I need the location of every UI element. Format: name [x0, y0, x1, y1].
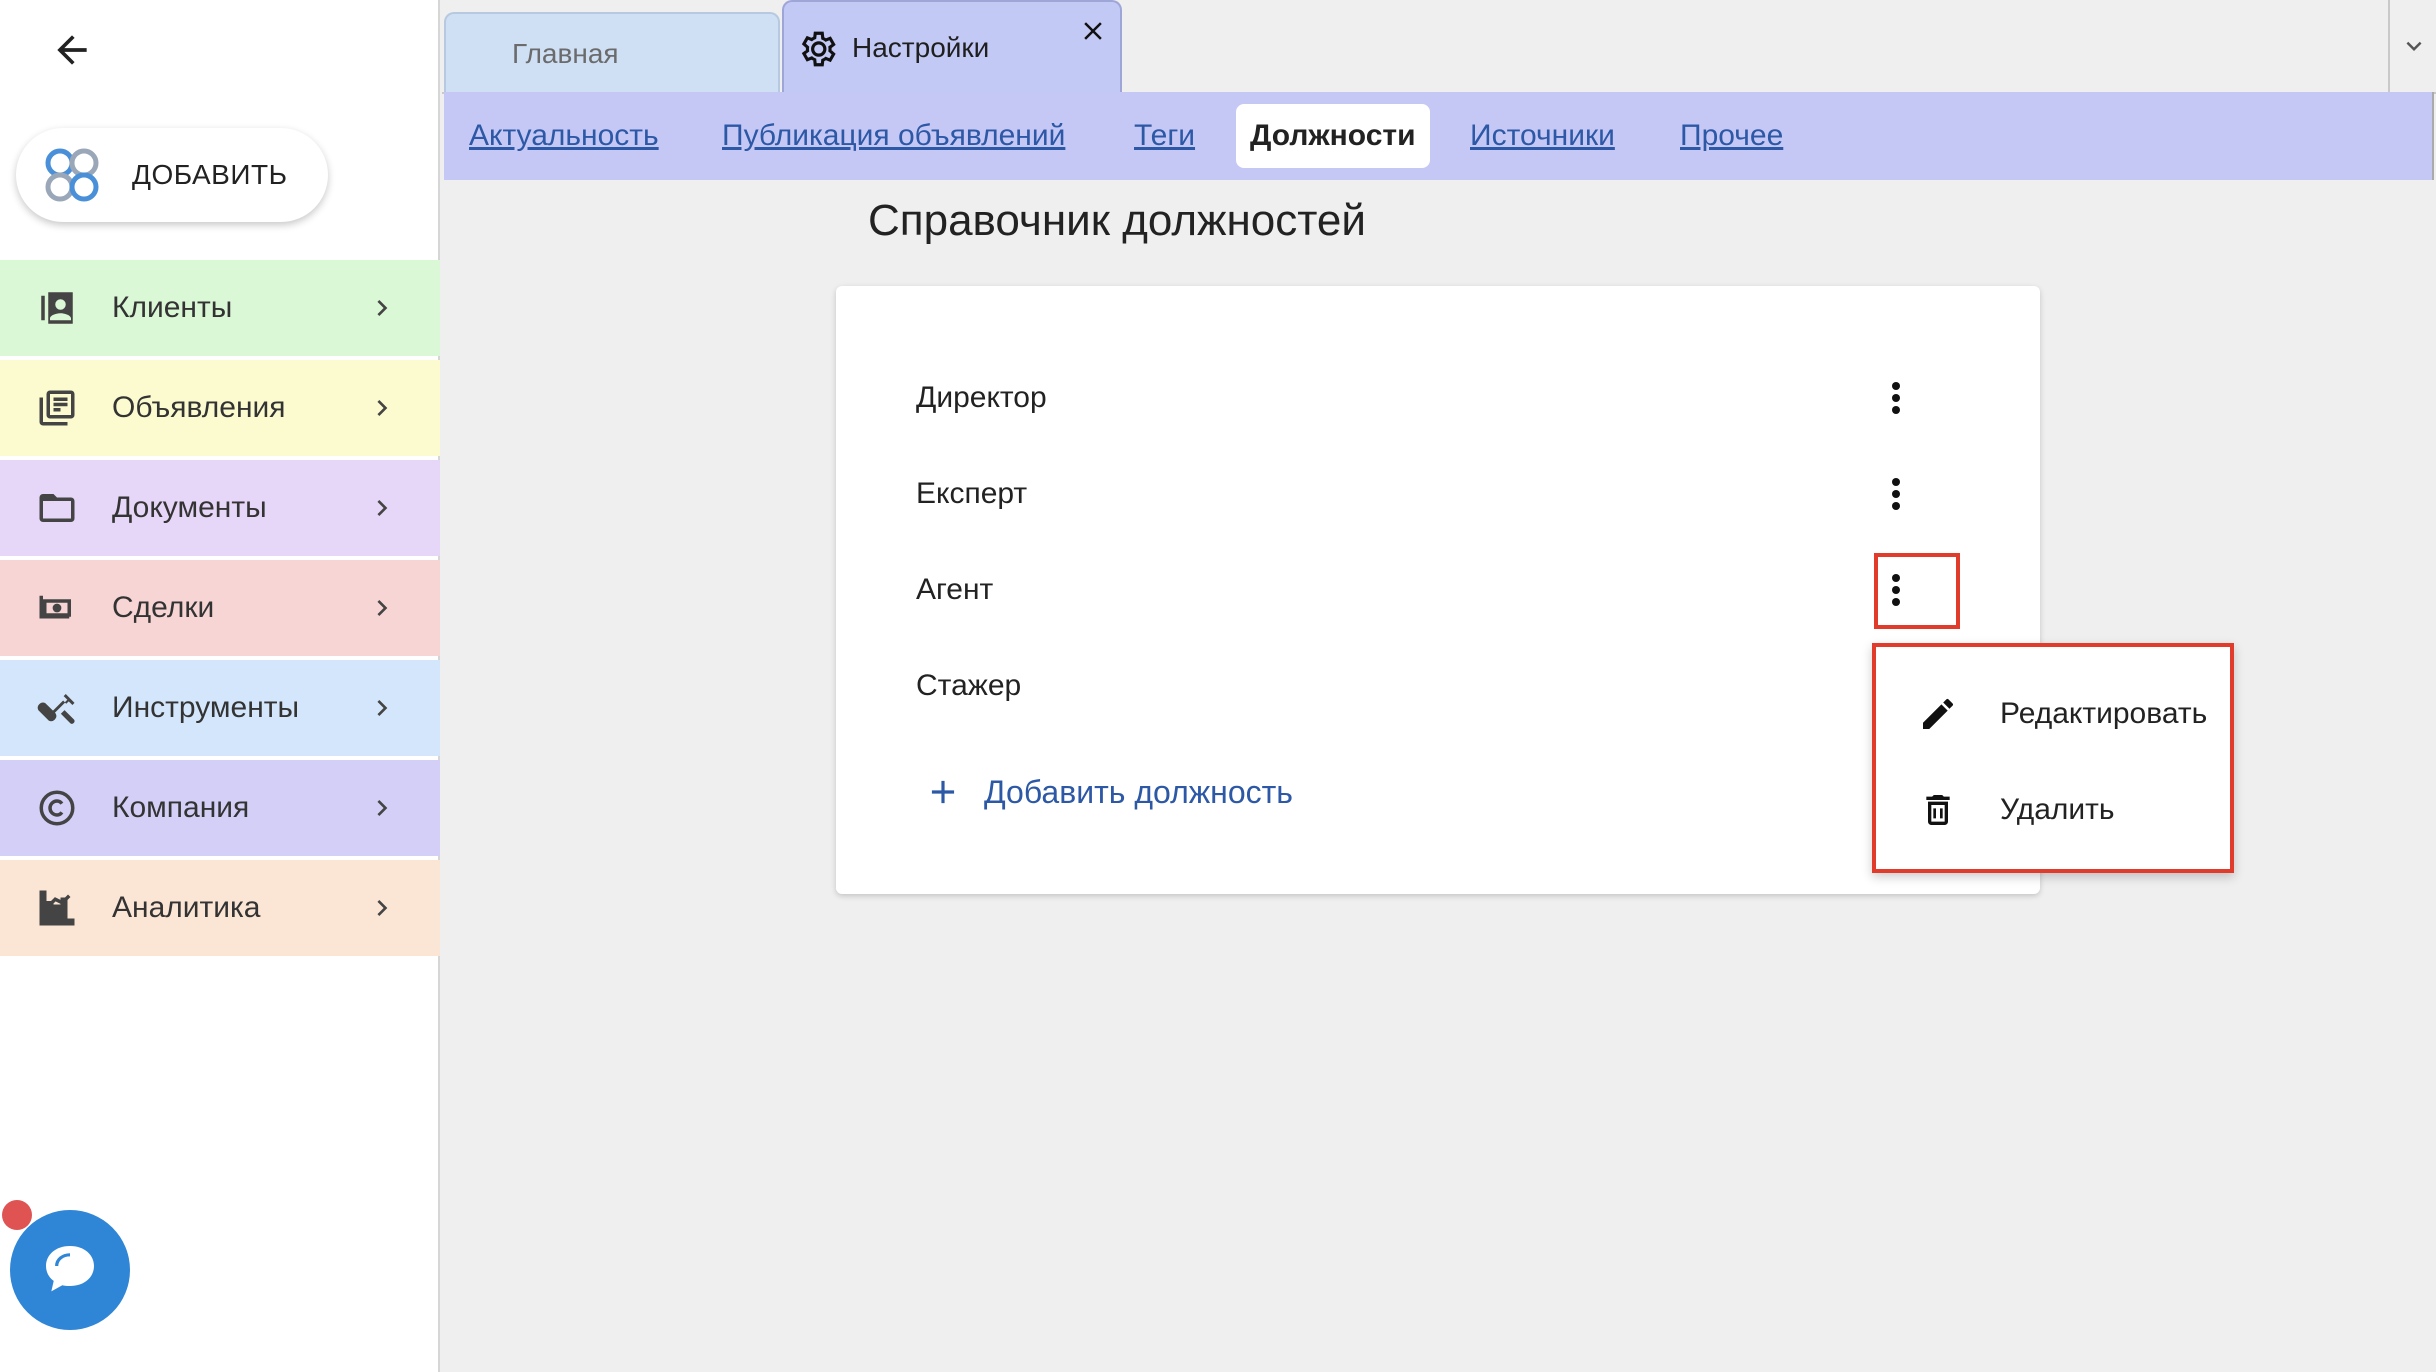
sidebar-item-label: Объявления — [112, 391, 286, 424]
more-vert-icon[interactable] — [1876, 464, 1916, 524]
chevron-right-icon — [377, 500, 388, 516]
position-item: Стажер — [916, 669, 1022, 702]
sidebar-item-tools[interactable]: Инструменты — [0, 660, 440, 756]
add-button[interactable]: ДОБАВИТЬ — [16, 128, 328, 222]
chevron-right-icon — [377, 400, 388, 416]
sidebar-item-listings[interactable]: Объявления — [0, 360, 440, 456]
subnav-tags[interactable]: Теги — [1134, 110, 1195, 162]
sidebar-item-label: Сделки — [112, 591, 215, 624]
notification-dot — [2, 1200, 32, 1230]
tabs-dropdown-button[interactable] — [2388, 0, 2436, 92]
sidebar-item-label: Компания — [112, 791, 250, 824]
menu-item-edit-label: Редактировать — [2000, 697, 2208, 730]
sidebar-item-label: Инструменты — [112, 691, 300, 724]
chevron-right-icon — [377, 700, 388, 716]
plus-icon — [931, 780, 955, 804]
subnav-publication[interactable]: Публикация объявлений — [722, 110, 1065, 162]
chevron-down-icon — [2406, 41, 2422, 51]
positions-card: Директор Експерт Агент Стажер Добавить д… — [836, 286, 2040, 894]
menu-item-delete[interactable]: Удалить — [1876, 765, 2230, 855]
sidebar-item-label: Документы — [112, 491, 267, 524]
subnav-other[interactable]: Прочее — [1680, 110, 1783, 162]
more-vert-icon[interactable] — [1876, 368, 1916, 428]
folder-icon — [34, 485, 80, 531]
chevron-right-icon — [377, 300, 388, 316]
sidebar-nav: Клиенты Объявления Документы Сделки Инст… — [0, 260, 440, 960]
chevron-right-icon — [377, 600, 388, 616]
settings-subnav: Актуальность Публикация объявлений Теги … — [444, 92, 2434, 180]
tab-home[interactable]: Главная — [444, 12, 780, 94]
contacts-icon — [34, 285, 80, 331]
tools-icon — [34, 685, 80, 731]
sidebar-item-company[interactable]: Компания — [0, 760, 440, 856]
position-item: Агент — [916, 573, 994, 606]
money-icon — [34, 585, 80, 631]
add-position-button[interactable]: Добавить должность — [924, 762, 1293, 822]
context-menu: Редактировать Удалить — [1872, 643, 2234, 873]
position-item: Директор — [916, 381, 1047, 414]
close-icon[interactable] — [1078, 16, 1108, 46]
position-item: Експерт — [916, 477, 1028, 510]
sidebar-item-label: Клиенты — [112, 291, 233, 324]
app-logo-icon — [45, 148, 99, 202]
menu-item-delete-label: Удалить — [2000, 793, 2115, 826]
chevron-right-icon — [377, 900, 388, 916]
add-button-label: ДОБАВИТЬ — [132, 159, 288, 190]
add-position-label: Добавить должность — [984, 773, 1293, 810]
tab-settings-label: Настройки — [852, 32, 990, 63]
subnav-sources[interactable]: Источники — [1470, 110, 1615, 162]
gear-icon — [801, 31, 836, 67]
listings-icon — [34, 385, 80, 431]
subnav-positions[interactable]: Должности — [1236, 104, 1430, 168]
subnav-relevance[interactable]: Актуальность — [469, 110, 659, 162]
tab-settings[interactable]: Настройки — [782, 0, 1122, 94]
pencil-icon — [1916, 692, 1960, 736]
chevron-right-icon — [377, 800, 388, 816]
chat-button[interactable] — [10, 1210, 130, 1330]
sidebar-item-deals[interactable]: Сделки — [0, 560, 440, 656]
back-arrow-icon[interactable] — [44, 22, 100, 78]
highlight-box — [1874, 553, 1960, 629]
trash-icon — [1916, 788, 1960, 832]
sidebar-item-analytics[interactable]: Аналитика — [0, 860, 440, 956]
sidebar: ДОБАВИТЬ Клиенты Объявления Документы Сд… — [0, 0, 440, 1372]
menu-item-edit[interactable]: Редактировать — [1876, 669, 2230, 759]
sidebar-item-clients[interactable]: Клиенты — [0, 260, 440, 356]
tab-home-label: Главная — [512, 38, 619, 69]
page-title: Справочник должностей — [868, 196, 1366, 245]
analytics-icon — [34, 885, 80, 931]
chat-icon — [46, 1246, 94, 1292]
sidebar-item-documents[interactable]: Документы — [0, 460, 440, 556]
copyright-icon — [34, 785, 80, 831]
sidebar-item-label: Аналитика — [112, 891, 261, 924]
